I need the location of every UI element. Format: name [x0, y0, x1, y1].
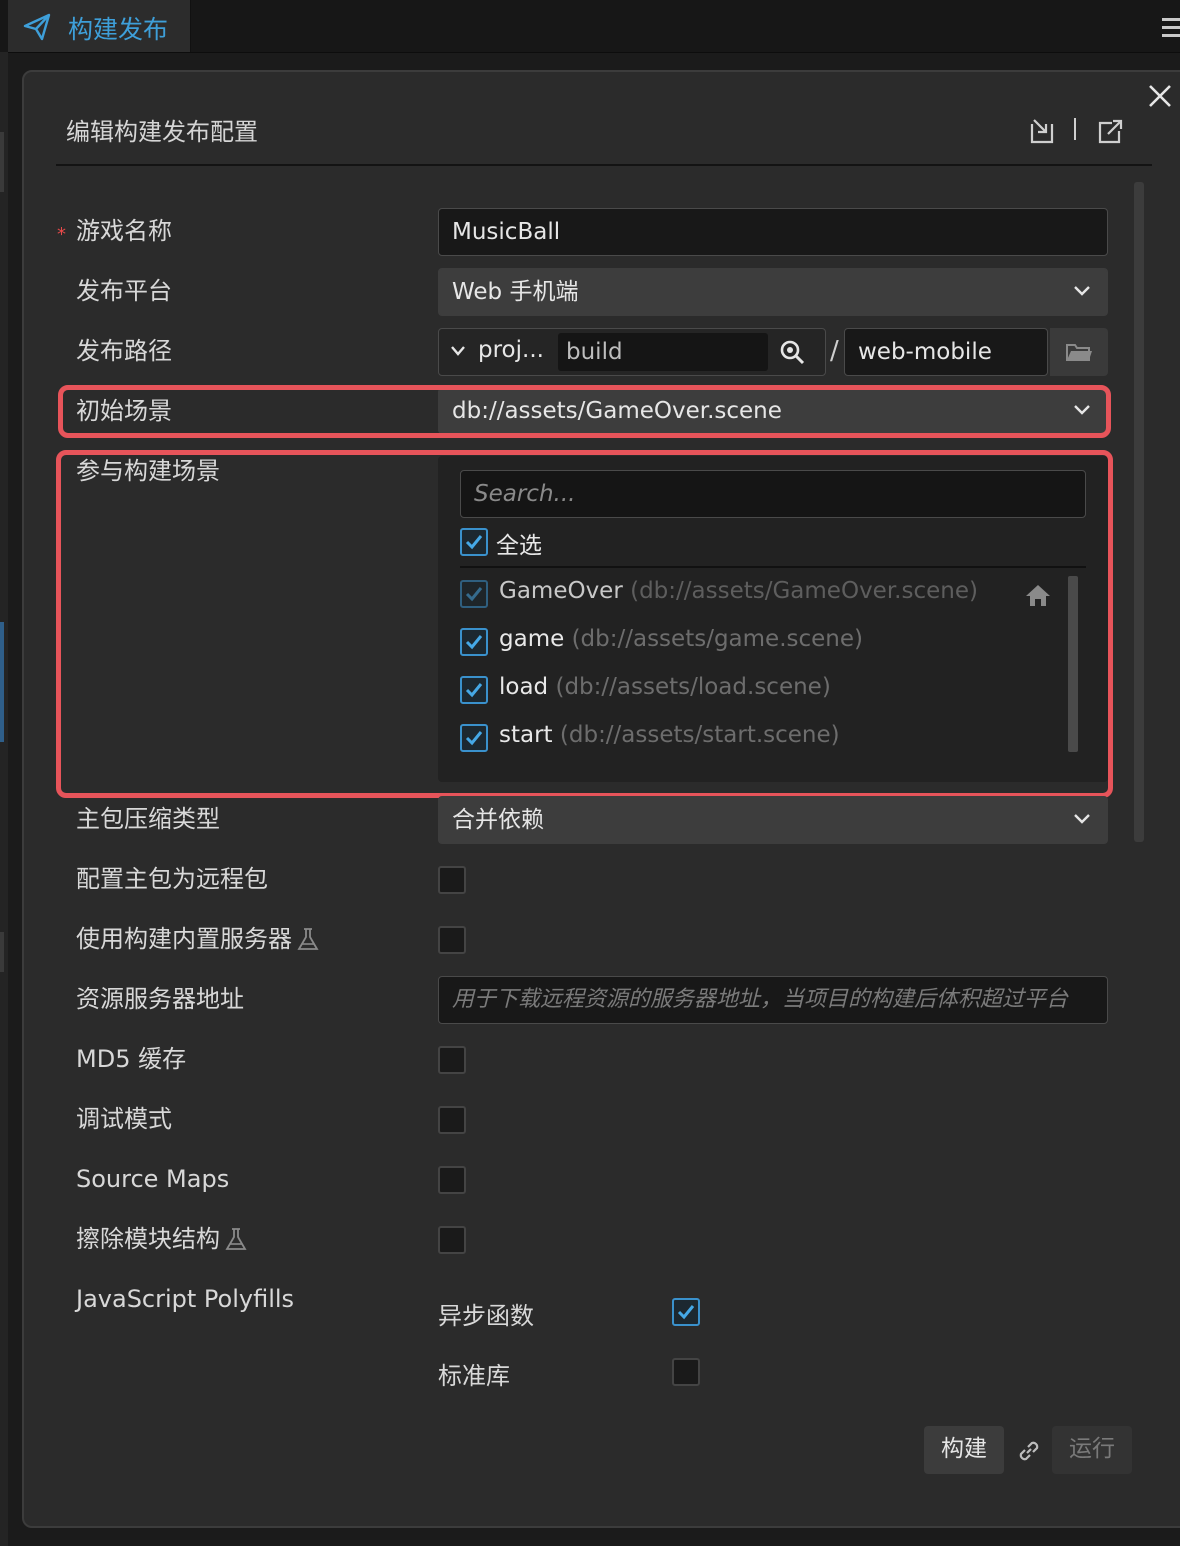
debug-mode-label: 调试模式: [76, 1105, 172, 1133]
menu-icon[interactable]: [1162, 18, 1180, 42]
builtin-server-checkbox[interactable]: [438, 926, 466, 954]
path-root-value: proj...: [478, 337, 544, 363]
tab-label: 构建发布: [68, 15, 169, 44]
remote-bundle-label: 配置主包为远程包: [76, 865, 268, 893]
open-folder-button[interactable]: [1050, 328, 1108, 376]
remote-bundle-checkbox[interactable]: [438, 866, 466, 894]
required-mark: *: [57, 224, 66, 245]
erase-module-checkbox[interactable]: [438, 1226, 466, 1254]
debug-mode-checkbox[interactable]: [438, 1106, 466, 1134]
game-name-input[interactable]: MusicBall: [438, 208, 1108, 256]
link-icon[interactable]: [1014, 1436, 1044, 1466]
close-icon[interactable]: [1144, 80, 1176, 112]
source-maps-checkbox[interactable]: [438, 1166, 466, 1194]
toolbar-separator: [1074, 118, 1076, 140]
core-js-label: 标准库: [438, 1362, 510, 1390]
resource-server-label: 资源服务器地址: [76, 985, 244, 1013]
core-js-checkbox[interactable]: [672, 1358, 700, 1386]
source-maps-label: Source Maps: [76, 1165, 230, 1193]
header-divider: [56, 164, 1152, 166]
highlight-box-start-scene: [58, 385, 1111, 438]
dialog-scrollbar[interactable]: [1134, 182, 1144, 842]
builtin-server-label: 使用构建内置服务器: [76, 925, 292, 953]
async-functions-checkbox[interactable]: [672, 1298, 700, 1326]
paper-plane-icon: [23, 13, 51, 41]
compression-value: 合并依赖: [452, 807, 544, 833]
compression-label: 主包压缩类型: [76, 805, 220, 833]
folder-icon: [1066, 344, 1092, 361]
dialog-title: 编辑构建发布配置: [66, 118, 258, 146]
platform-select[interactable]: Web 手机端: [438, 268, 1108, 316]
tab-build-publish[interactable]: 构建发布: [8, 0, 191, 52]
import-icon[interactable]: [1028, 116, 1056, 146]
platform-value: Web 手机端: [452, 279, 579, 305]
chevron-down-icon: [1074, 286, 1090, 296]
export-icon[interactable]: [1096, 116, 1124, 146]
build-dir-input[interactable]: build: [558, 333, 768, 371]
erase-module-label: 擦除模块结构: [76, 1225, 220, 1253]
polyfills-label: JavaScript Polyfills: [76, 1285, 295, 1313]
md5-cache-label: MD5 缓存: [76, 1045, 187, 1073]
output-dir-input[interactable]: web-mobile: [844, 328, 1048, 376]
compression-select[interactable]: 合并依赖: [438, 796, 1108, 844]
async-functions-label: 异步函数: [438, 1302, 534, 1330]
platform-label: 发布平台: [76, 277, 172, 305]
search-icon[interactable]: [778, 338, 806, 366]
left-edge-panel: [0, 52, 8, 1546]
build-button[interactable]: 构建: [924, 1426, 1004, 1474]
chevron-down-icon: [451, 346, 465, 356]
game-name-label: 游戏名称: [76, 217, 172, 245]
experimental-icon: [225, 1228, 247, 1250]
resource-server-input[interactable]: 用于下载远程资源的服务器地址，当项目的构建后体积超过平台: [438, 976, 1108, 1024]
build-path-label: 发布路径: [76, 337, 172, 365]
chevron-down-icon: [1074, 814, 1090, 824]
experimental-icon: [297, 928, 319, 950]
highlight-box-build-scenes: [56, 450, 1113, 798]
run-button[interactable]: 运行: [1052, 1426, 1132, 1474]
md5-cache-checkbox[interactable]: [438, 1046, 466, 1074]
path-separator: /: [830, 336, 839, 366]
